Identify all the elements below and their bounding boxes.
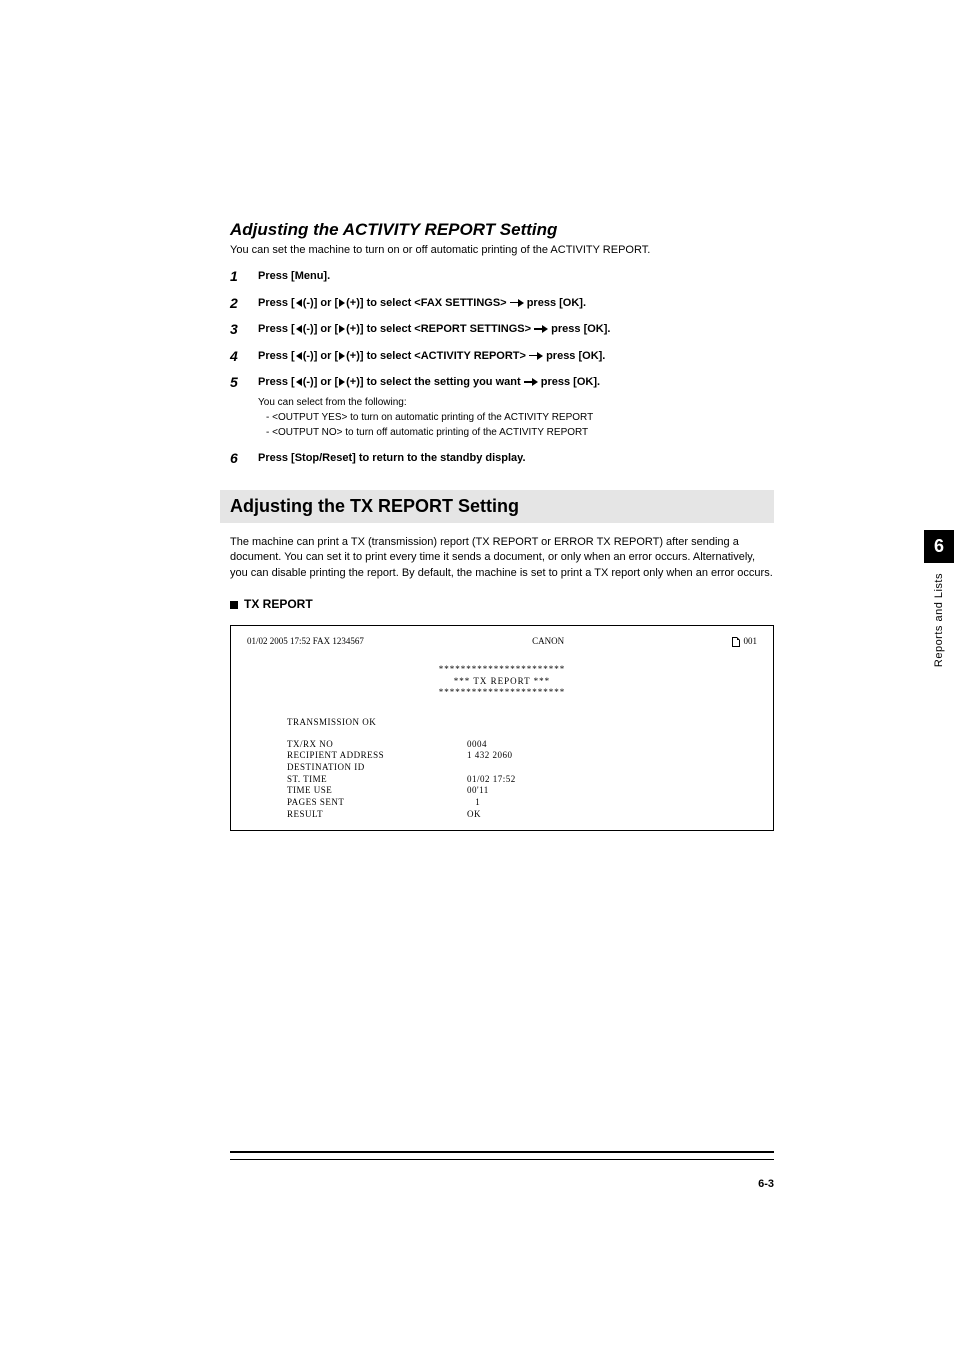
- t: press [OK].: [548, 323, 610, 335]
- kv-row: PAGES SENT 1: [287, 797, 757, 809]
- kv-val: 0004: [467, 739, 487, 751]
- t: (-)] or [: [303, 376, 338, 388]
- section-title-activity: Adjusting the ACTIVITY REPORT Setting: [230, 220, 774, 240]
- triangle-right-icon: [339, 378, 345, 386]
- step-6: 6 Press [Stop/Reset] to return to the st…: [230, 450, 774, 467]
- arrow-right-icon: [529, 352, 543, 360]
- kv-val: 01/02 17:52: [467, 774, 516, 786]
- triangle-right-icon: [339, 325, 345, 333]
- page-icon: [732, 637, 740, 647]
- heading-bar: Adjusting the TX REPORT Setting: [220, 490, 774, 523]
- kv-row: TX/RX NO0004: [287, 739, 757, 751]
- step-5: 5 Press [ (-)] or [ (+)] to select the set…: [230, 374, 774, 440]
- stars: ***********************: [247, 687, 757, 699]
- step-number: 4: [230, 348, 258, 364]
- kv-row: DESTINATION ID: [287, 762, 757, 774]
- main-desc: The machine can print a TX (transmission…: [230, 535, 774, 581]
- kv-key: PAGES SENT: [287, 797, 467, 809]
- step-number: 2: [230, 295, 258, 311]
- side-tab: 6 Reports and Lists: [924, 530, 954, 667]
- step-2: 2 Press [ (-)] or [ (+)] to select <FAX SE…: [230, 295, 774, 312]
- kv-val: 00'11: [467, 785, 489, 797]
- chapter-label: Reports and Lists: [933, 573, 945, 667]
- step-text: Press [ (-)] or [ (+)] to select <REPORT S…: [258, 321, 610, 338]
- kv-val: 1 432 2060: [467, 750, 513, 762]
- kv-val: OK: [467, 809, 481, 821]
- step-number: 5: [230, 374, 258, 390]
- step-1: 1 Press [Menu].: [230, 268, 774, 285]
- kv-key: RESULT: [287, 809, 467, 821]
- kv-row: RESULTOK: [287, 809, 757, 821]
- step-text: Press [Stop/Reset] to return to the stan…: [258, 450, 526, 467]
- step-number: 1: [230, 268, 258, 284]
- section-desc-activity: You can set the machine to turn on or of…: [230, 244, 774, 256]
- t: press [OK].: [524, 297, 586, 309]
- arrow-right-icon: [510, 299, 524, 307]
- kv-key: ST. TIME: [287, 774, 467, 786]
- report-header-left: 01/02 2005 17:52 FAX 1234567: [247, 636, 364, 648]
- report-body: TRANSMISSION OK TX/RX NO0004 RECIPIENT A…: [247, 717, 757, 821]
- t: Press [: [258, 297, 295, 309]
- report-title: *** TX REPORT ***: [247, 676, 757, 688]
- step-4: 4 Press [ (-)] or [ (+)] to select <ACTIVI…: [230, 348, 774, 365]
- triangle-left-icon: [296, 378, 302, 386]
- step-number: 3: [230, 321, 258, 337]
- t: (+)] to select <ACTIVITY REPORT>: [346, 350, 529, 362]
- step-3: 3 Press [ (-)] or [ (+)] to select <REPORT…: [230, 321, 774, 338]
- report-header: 01/02 2005 17:52 FAX 1234567 CANON 001: [247, 636, 757, 648]
- t: (-)] or [: [303, 350, 338, 362]
- step-sub: You can select from the following: - <OU…: [258, 395, 600, 440]
- step-number: 6: [230, 450, 258, 466]
- stars: ***********************: [247, 664, 757, 676]
- t: (+)] to select <FAX SETTINGS>: [346, 297, 510, 309]
- triangle-right-icon: [339, 352, 345, 360]
- t: (-)] or [: [303, 323, 338, 335]
- step-text: Press [ (-)] or [ (+)] to select <ACTIVITY…: [258, 348, 605, 365]
- main-heading: Adjusting the TX REPORT Setting: [230, 496, 519, 516]
- t: (-)] or [: [303, 297, 338, 309]
- kv-row: TIME USE00'11: [287, 785, 757, 797]
- step-text: Press [ (-)] or [ (+)] to select <FAX SETT…: [258, 295, 586, 312]
- steps-list: 1 Press [Menu]. 2 Press [ (-)] or [ (+)] t…: [230, 268, 774, 466]
- triangle-left-icon: [296, 299, 302, 307]
- arrow-right-icon: [534, 325, 548, 333]
- t: press [OK].: [538, 376, 600, 388]
- report-header-right-num: 001: [743, 636, 757, 646]
- report-title-block: *********************** *** TX REPORT **…: [247, 664, 757, 699]
- subheading-text: TX REPORT: [244, 597, 313, 611]
- transmission-status: TRANSMISSION OK: [287, 717, 757, 729]
- triangle-left-icon: [296, 352, 302, 360]
- t: (+)] to select the setting you want: [346, 376, 524, 388]
- triangle-left-icon: [296, 325, 302, 333]
- kv-key: DESTINATION ID: [287, 762, 467, 774]
- step-text: Press [ (-)] or [ (+)] to select the setti…: [258, 374, 600, 440]
- page-number: 6-3: [758, 1178, 774, 1190]
- t: (+)] to select <REPORT SETTINGS>: [346, 323, 534, 335]
- kv-key: TX/RX NO: [287, 739, 467, 751]
- t: Press [: [258, 323, 295, 335]
- chapter-number: 6: [924, 530, 954, 563]
- sub-intro: You can select from the following:: [258, 397, 407, 408]
- footer-rule: [230, 1151, 774, 1160]
- sub-opt: - <OUTPUT NO> to turn off automatic prin…: [266, 425, 600, 440]
- kv-row: RECIPIENT ADDRESS1 432 2060: [287, 750, 757, 762]
- triangle-right-icon: [339, 299, 345, 307]
- kv-key: TIME USE: [287, 785, 467, 797]
- kv-key: RECIPIENT ADDRESS: [287, 750, 467, 762]
- sub-opt: - <OUTPUT YES> to turn on automatic prin…: [266, 410, 600, 425]
- t: press [OK].: [543, 350, 605, 362]
- report-header-center: CANON: [532, 636, 564, 648]
- arrow-right-icon: [524, 378, 538, 386]
- kv-row: ST. TIME01/02 17:52: [287, 774, 757, 786]
- tx-report-sample: 01/02 2005 17:52 FAX 1234567 CANON 001 *…: [230, 625, 774, 831]
- step-text: Press [Menu].: [258, 268, 330, 285]
- t: Press [: [258, 376, 295, 388]
- subheading: TX REPORT: [230, 597, 774, 611]
- square-bullet-icon: [230, 601, 238, 609]
- t: Press [: [258, 350, 295, 362]
- kv-val: 1: [467, 797, 480, 809]
- report-header-right: 001: [732, 636, 757, 648]
